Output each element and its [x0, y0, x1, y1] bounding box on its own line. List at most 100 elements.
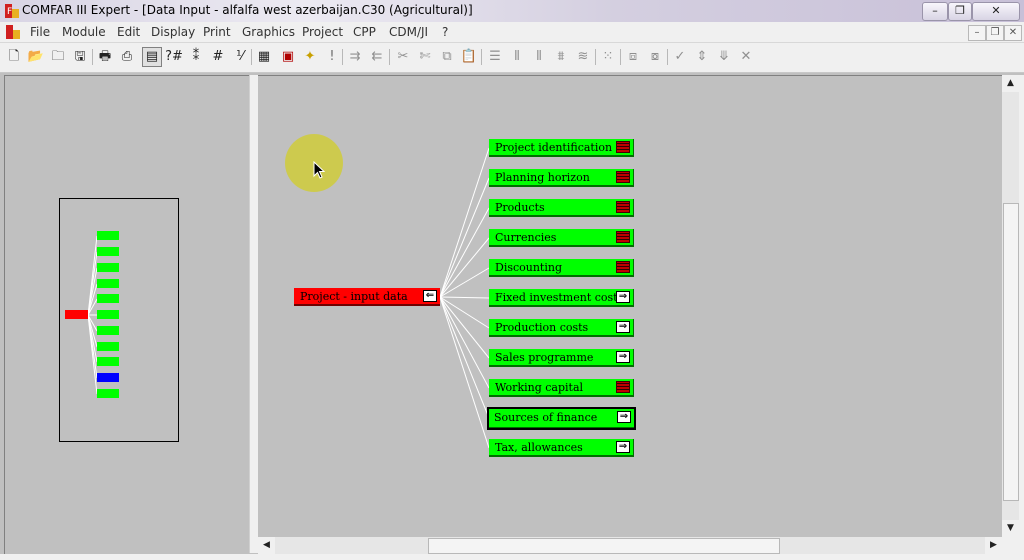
scroll-left-icon[interactable]: ◀: [258, 537, 275, 554]
close-icon: ✕: [991, 4, 1001, 17]
down-check-icon[interactable]: ⤋: [715, 48, 733, 66]
node-project-identification[interactable]: Project identification: [489, 139, 634, 157]
cut-icon[interactable]: ✂: [394, 48, 412, 66]
cross-icon[interactable]: ✕: [737, 48, 755, 66]
insert-row-icon[interactable]: ⩩: [552, 48, 570, 66]
save-icon[interactable]: 🖫: [71, 48, 89, 66]
mdi-restore-button[interactable]: ❐: [986, 25, 1004, 41]
toolbar-separator: [595, 49, 596, 65]
insert-col-icon[interactable]: ⫴: [530, 48, 548, 66]
mdi-close-button[interactable]: ✕: [1004, 25, 1022, 41]
new-icon[interactable]: 🗋: [5, 48, 23, 66]
node-discounting[interactable]: Discounting: [489, 259, 634, 277]
menu-print[interactable]: Print: [203, 25, 231, 39]
menu-bar: File Module Edit Display Print Graphics …: [0, 22, 1024, 43]
table-icon[interactable]: [616, 171, 630, 183]
vertical-scroll-thumb[interactable]: [1003, 203, 1019, 501]
dotted-grid-icon[interactable]: ⁙: [599, 48, 617, 66]
toolbar-separator: [481, 49, 482, 65]
table-icon[interactable]: [616, 231, 630, 243]
node-planning-horizon[interactable]: Planning horizon: [489, 169, 634, 187]
scroll-down-icon[interactable]: ▼: [1002, 520, 1019, 537]
mdi-minimize-button[interactable]: –: [968, 25, 986, 41]
scroll-right-icon[interactable]: ▶: [985, 537, 1002, 554]
node-products[interactable]: Products: [489, 199, 634, 217]
open-icon[interactable]: 📂: [27, 48, 45, 66]
grid-icon[interactable]: ▦: [255, 48, 273, 66]
cut-alt-icon[interactable]: ✄: [416, 48, 434, 66]
rows-icon[interactable]: ☰: [486, 48, 504, 66]
node-sales-programme[interactable]: Sales programme ⇒: [489, 349, 634, 367]
menu-module[interactable]: Module: [62, 25, 106, 39]
copy-icon[interactable]: ⧉: [438, 48, 456, 66]
menu-project[interactable]: Project: [302, 25, 343, 39]
overview-node: [97, 326, 119, 335]
scrollbar-corner: [1002, 537, 1019, 554]
expand-arrow-icon[interactable]: ⇒: [617, 411, 631, 423]
calculator-icon[interactable]: ▣: [279, 48, 297, 66]
scroll-up-icon[interactable]: ▲: [1002, 75, 1019, 92]
columns-icon[interactable]: ⦀: [508, 48, 526, 66]
menu-cdm-ji[interactable]: CDM/JI: [389, 25, 428, 39]
overview-node: [97, 389, 119, 398]
table-icon[interactable]: [616, 381, 630, 393]
expand-arrow-icon[interactable]: ⇒: [616, 441, 630, 453]
horizontal-scroll-thumb[interactable]: [428, 538, 780, 554]
toolbar: 🗋 📂 🗀 🖫 🖶 ⎙ ▤ ?# ⁑ # ⅟ ▦ ▣ ✦ ! ⇉ ⇇ ✂ ✄ ⧉…: [0, 43, 1024, 73]
up-down-icon[interactable]: ⇕: [693, 48, 711, 66]
expand-arrow-icon[interactable]: ⇒: [616, 291, 630, 303]
overview-node: [97, 310, 119, 319]
expand-arrow-icon[interactable]: ⇒: [616, 321, 630, 333]
exclamation-icon[interactable]: !: [323, 48, 341, 66]
table-icon[interactable]: [616, 201, 630, 213]
hash-icon[interactable]: #: [209, 48, 227, 66]
number-format-icon[interactable]: ⁑: [187, 48, 205, 66]
table-icon[interactable]: [616, 141, 630, 153]
window-frame-right: [1019, 75, 1024, 555]
node-tax-allowances[interactable]: Tax, allowances ⇒: [489, 439, 634, 457]
folder-icon[interactable]: 🗀: [49, 48, 67, 66]
overview-node: [97, 247, 119, 256]
table-icon[interactable]: [616, 261, 630, 273]
root-node-project-input-data[interactable]: Project - input data ⇐: [294, 288, 440, 306]
restore-button[interactable]: ❐: [948, 2, 972, 21]
horizontal-scrollbar[interactable]: ◀ ▶: [258, 537, 1002, 554]
node-currencies[interactable]: Currencies: [489, 229, 634, 247]
menu-edit[interactable]: Edit: [117, 25, 140, 39]
document-icon[interactable]: [5, 24, 21, 40]
vertical-scrollbar[interactable]: ▲ ▼: [1002, 75, 1019, 537]
node-label: Products: [495, 201, 545, 214]
node-production-costs[interactable]: Production costs ⇒: [489, 319, 634, 337]
open-folder-star-icon[interactable]: ✦: [301, 48, 319, 66]
node-label: Planning horizon: [495, 171, 590, 184]
menu-help[interactable]: ?: [442, 25, 448, 39]
decimal-icon[interactable]: ⅟: [231, 48, 249, 66]
close-button[interactable]: ✕: [972, 2, 1020, 21]
tree-collapse-icon[interactable]: ⇇: [368, 48, 386, 66]
node-label: Project identification: [495, 141, 613, 154]
overview-connectors: [87, 235, 98, 395]
print-setup-icon[interactable]: ⎙: [118, 48, 136, 66]
node-fixed-investment-costs[interactable]: Fixed investment costs ⇒: [489, 289, 634, 307]
menu-graphics[interactable]: Graphics: [242, 25, 295, 39]
collapse-arrow-icon[interactable]: ⇐: [423, 290, 437, 302]
move-block-icon[interactable]: ⧇: [646, 48, 664, 66]
tree-expand-icon[interactable]: ⇉: [346, 48, 364, 66]
node-working-capital[interactable]: Working capital: [489, 379, 634, 397]
wave-icon[interactable]: ≋: [574, 48, 592, 66]
help-number-icon[interactable]: ?#: [165, 48, 183, 66]
comfar-app-icon[interactable]: F: [4, 3, 20, 19]
menu-cpp[interactable]: CPP: [353, 25, 376, 39]
tree-overview-map[interactable]: [59, 198, 179, 442]
paste-icon[interactable]: 📋: [460, 48, 478, 66]
check-icon[interactable]: ✓: [671, 48, 689, 66]
overview-selected-node: [97, 373, 119, 382]
minimize-button[interactable]: –: [922, 2, 948, 21]
print-icon[interactable]: 🖶: [96, 48, 114, 66]
copy-block-icon[interactable]: ⧈: [624, 48, 642, 66]
input-form-icon[interactable]: ▤: [142, 47, 162, 67]
expand-arrow-icon[interactable]: ⇒: [616, 351, 630, 363]
menu-file[interactable]: File: [30, 25, 50, 39]
menu-display[interactable]: Display: [151, 25, 195, 39]
node-sources-of-finance[interactable]: Sources of finance ⇒: [487, 407, 636, 430]
